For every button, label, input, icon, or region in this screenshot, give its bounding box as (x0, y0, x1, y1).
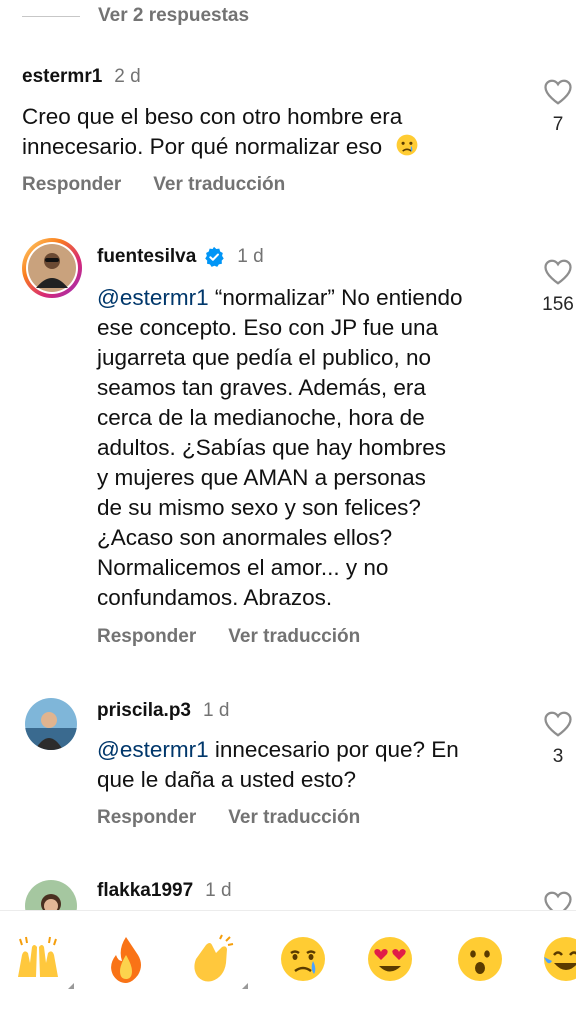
comment-line: cerca de la medianoche, hora de (97, 405, 425, 430)
quick-reactions-bar (0, 910, 576, 1025)
translate-button[interactable]: Ver traducción (228, 626, 360, 648)
comment-line: ese concepto. Eso con JP fue una (97, 315, 439, 340)
heart-icon[interactable] (543, 258, 573, 286)
username[interactable]: estermr1 (22, 66, 102, 88)
tears-of-joy-icon[interactable] (540, 933, 576, 985)
timestamp: 1 d (203, 700, 230, 721)
clapping-hands-icon[interactable] (186, 933, 248, 989)
comment-line: adultos. ¿Sabías que hay hombres (97, 435, 446, 460)
timestamp: 1 d (205, 880, 232, 901)
comment-line: Normalicemos el amor... y no (97, 555, 389, 580)
reply-button[interactable]: Responder (22, 174, 121, 196)
crying-face-icon[interactable] (277, 933, 329, 985)
like-control[interactable]: 156 (534, 258, 576, 316)
heart-eyes-icon[interactable] (364, 933, 416, 985)
timestamp: 1 d (237, 246, 264, 267)
view-replies-row[interactable]: Ver 2 respuestas (22, 0, 249, 32)
crying-face-icon (397, 134, 418, 156)
username[interactable]: fuentesilva (97, 246, 196, 268)
comment-line: jugarreta que pedía el publico, no (97, 345, 431, 370)
username[interactable]: flakka1997 (97, 880, 193, 902)
comment-line: @estermr1 “normalizar” No entiendo (97, 285, 463, 310)
like-control[interactable]: 3 (534, 710, 576, 768)
comment-actions: Responder Ver traducción (97, 807, 360, 829)
translate-button[interactable]: Ver traducción (228, 807, 360, 829)
surprised-face-icon[interactable] (454, 933, 506, 985)
heart-icon[interactable] (543, 710, 573, 738)
avatar-image (26, 242, 78, 294)
like-count: 7 (552, 114, 564, 135)
verified-badge-icon (205, 246, 224, 267)
raising-hands-icon[interactable] (12, 933, 74, 989)
avatar[interactable] (22, 238, 82, 298)
comment-line: de su mismo sexo y son felices? (97, 495, 421, 520)
avatar[interactable] (25, 698, 77, 750)
comment-line: seamos tan graves. Además, era (97, 375, 426, 400)
more-corner-icon (68, 983, 74, 989)
comment-line: @estermr1 innecesario por que? En (97, 737, 459, 762)
reply-button[interactable]: Responder (97, 626, 196, 648)
mention-link[interactable]: @estermr1 (97, 285, 209, 310)
comment-text: @estermr1 “normalizar” No entiendo ese c… (97, 283, 463, 613)
comment-actions: Responder Ver traducción (97, 626, 360, 648)
like-control[interactable]: 7 (534, 78, 576, 136)
comment-line: ¿Acaso son anormales ellos? (97, 525, 393, 550)
timestamp: 2 d (114, 66, 141, 87)
comment-meta: priscila.p3 1 d (97, 700, 229, 722)
comment-meta: flakka1997 1 d (97, 880, 232, 902)
fire-icon[interactable] (100, 933, 152, 985)
view-replies-link[interactable]: Ver 2 respuestas (98, 5, 249, 27)
comment-line: y mujeres que AMAN a personas (97, 465, 426, 490)
more-corner-icon (242, 983, 248, 989)
reply-button[interactable]: Responder (97, 807, 196, 829)
heart-icon[interactable] (543, 78, 573, 106)
comment-line: innecesario. Por qué normalizar eso (22, 132, 422, 162)
mention-link[interactable]: @estermr1 (97, 737, 209, 762)
comment-line: Creo que el beso con otro hombre era (22, 104, 403, 129)
comment-actions: Responder Ver traducción (22, 174, 285, 196)
like-count: 156 (542, 294, 574, 315)
translate-button[interactable]: Ver traducción (153, 174, 285, 196)
replies-divider (22, 15, 80, 17)
comment-line: que le daña a usted esto? (97, 767, 356, 792)
comment-meta: fuentesilva 1 d (97, 246, 264, 268)
comment-meta: estermr1 2 d (22, 66, 141, 88)
comment-text: Creo que el beso con otro hombre era inn… (22, 102, 422, 162)
comment-line: confundamos. Abrazos. (97, 585, 333, 610)
username[interactable]: priscila.p3 (97, 700, 191, 722)
comment-text: @estermr1 innecesario por que? En que le… (97, 735, 459, 795)
avatar-image (25, 698, 77, 750)
like-count: 3 (552, 746, 564, 767)
